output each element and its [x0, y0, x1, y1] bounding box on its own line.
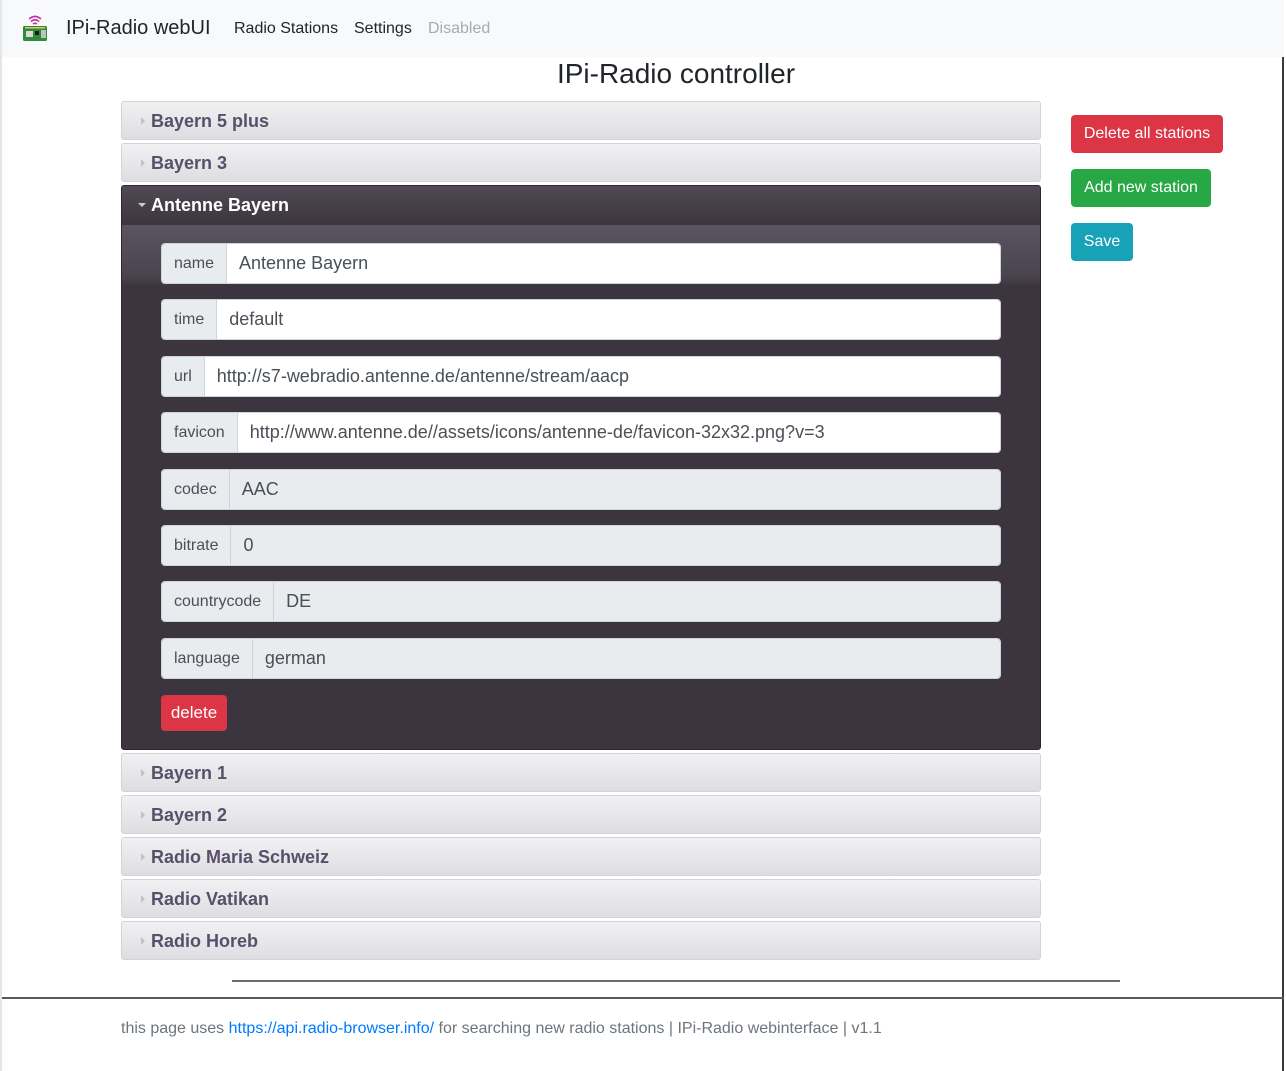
field-bitrate: bitrate 0: [161, 525, 1001, 566]
field-label: time: [162, 300, 218, 339]
caret-right-icon: [141, 117, 145, 125]
caret-right-icon: [141, 159, 145, 167]
station-name: Radio Vatikan: [151, 889, 270, 909]
station-name: Radio Maria Schweiz: [151, 847, 330, 867]
nav-link-disabled: Disabled: [428, 20, 491, 37]
station-name: Bayern 5 plus: [151, 111, 270, 131]
field-label: name: [162, 244, 228, 283]
delete-all-stations-button[interactable]: Delete all stations: [1071, 115, 1223, 153]
language-input: german: [252, 639, 1000, 678]
field-codec: codec AAC: [161, 469, 1001, 510]
caret-right-icon: [141, 769, 145, 777]
raspberry-pi-radio-icon[interactable]: [20, 13, 50, 43]
field-url: url http://s7-webradio.antenne.de/antenn…: [161, 356, 1001, 397]
add-new-station-button[interactable]: Add new station: [1071, 169, 1211, 207]
divider: [232, 980, 1120, 982]
footer: this page uses https://api.radio-browser…: [121, 1020, 882, 1038]
page-title: IPi-Radio controller: [556, 58, 796, 89]
station-header-radio-horeb[interactable]: Radio Horeb: [121, 921, 1041, 960]
footer-suffix: for searching new radio stations | IPi-R…: [434, 1020, 882, 1037]
caret-right-icon: [141, 895, 145, 903]
field-favicon: favicon http://www.antenne.de//assets/ic…: [161, 412, 1001, 453]
save-button[interactable]: Save: [1071, 223, 1133, 261]
countrycode-input: DE: [274, 582, 1000, 621]
station-header-bayern-1[interactable]: Bayern 1: [121, 753, 1041, 792]
caret-down-icon: [138, 203, 146, 207]
station-name: Bayern 3: [151, 153, 228, 173]
bitrate-input: 0: [231, 526, 1000, 565]
delete-station-button[interactable]: delete: [161, 695, 227, 731]
field-countrycode: countrycode DE: [161, 581, 1001, 622]
station-header-radio-vatikan[interactable]: Radio Vatikan: [121, 879, 1041, 918]
name-input[interactable]: Antenne Bayern: [227, 244, 1000, 283]
favicon-input[interactable]: http://www.antenne.de//assets/icons/ante…: [237, 413, 1000, 452]
time-input[interactable]: default: [217, 300, 1000, 339]
brand-name[interactable]: IPi-Radio webUI: [66, 17, 211, 40]
station-header-antenne-bayern[interactable]: Antenne Bayern: [122, 186, 1040, 226]
field-label: codec: [162, 470, 230, 509]
station-header-bayern-5-plus[interactable]: Bayern 5 plus: [121, 101, 1041, 140]
station-header-bayern-3[interactable]: Bayern 3: [121, 143, 1041, 182]
nav-link-settings[interactable]: Settings: [354, 20, 412, 38]
caret-right-icon: [141, 937, 145, 945]
field-label: bitrate: [162, 526, 232, 565]
station-name: Bayern 2: [151, 805, 228, 825]
url-input[interactable]: http://s7-webradio.antenne.de/antenne/st…: [204, 357, 1000, 396]
station-accordion: Bayern 5 plus Bayern 3 Antenne Bayern na…: [121, 101, 1041, 963]
field-label: favicon: [162, 413, 238, 452]
field-time: time default: [161, 299, 1001, 340]
station-header-bayern-2[interactable]: Bayern 2: [121, 795, 1041, 834]
nav-link-radio-stations[interactable]: Radio Stations: [234, 20, 338, 38]
radio-browser-link[interactable]: https://api.radio-browser.info/: [229, 1020, 434, 1037]
station-name: Radio Horeb: [151, 931, 259, 951]
field-label: countrycode: [162, 582, 275, 621]
navbar: IPi-Radio webUI Radio Stations Settings …: [2, 0, 1284, 57]
station-panel-open: Antenne Bayern name Antenne Bayern time …: [121, 185, 1041, 750]
field-language: language german: [161, 638, 1001, 679]
field-label: url: [162, 357, 205, 396]
field-label: language: [162, 639, 253, 678]
footer-divider: [2, 997, 1284, 999]
station-form: name Antenne Bayern time default url htt…: [122, 226, 1040, 749]
field-name: name Antenne Bayern: [161, 243, 1001, 284]
station-name: Antenne Bayern: [151, 195, 290, 215]
codec-input: AAC: [229, 470, 1000, 509]
station-header-radio-maria-schweiz[interactable]: Radio Maria Schweiz: [121, 837, 1041, 876]
footer-prefix: this page uses: [121, 1020, 229, 1037]
station-name: Bayern 1: [151, 763, 228, 783]
caret-right-icon: [141, 811, 145, 819]
caret-right-icon: [141, 853, 145, 861]
